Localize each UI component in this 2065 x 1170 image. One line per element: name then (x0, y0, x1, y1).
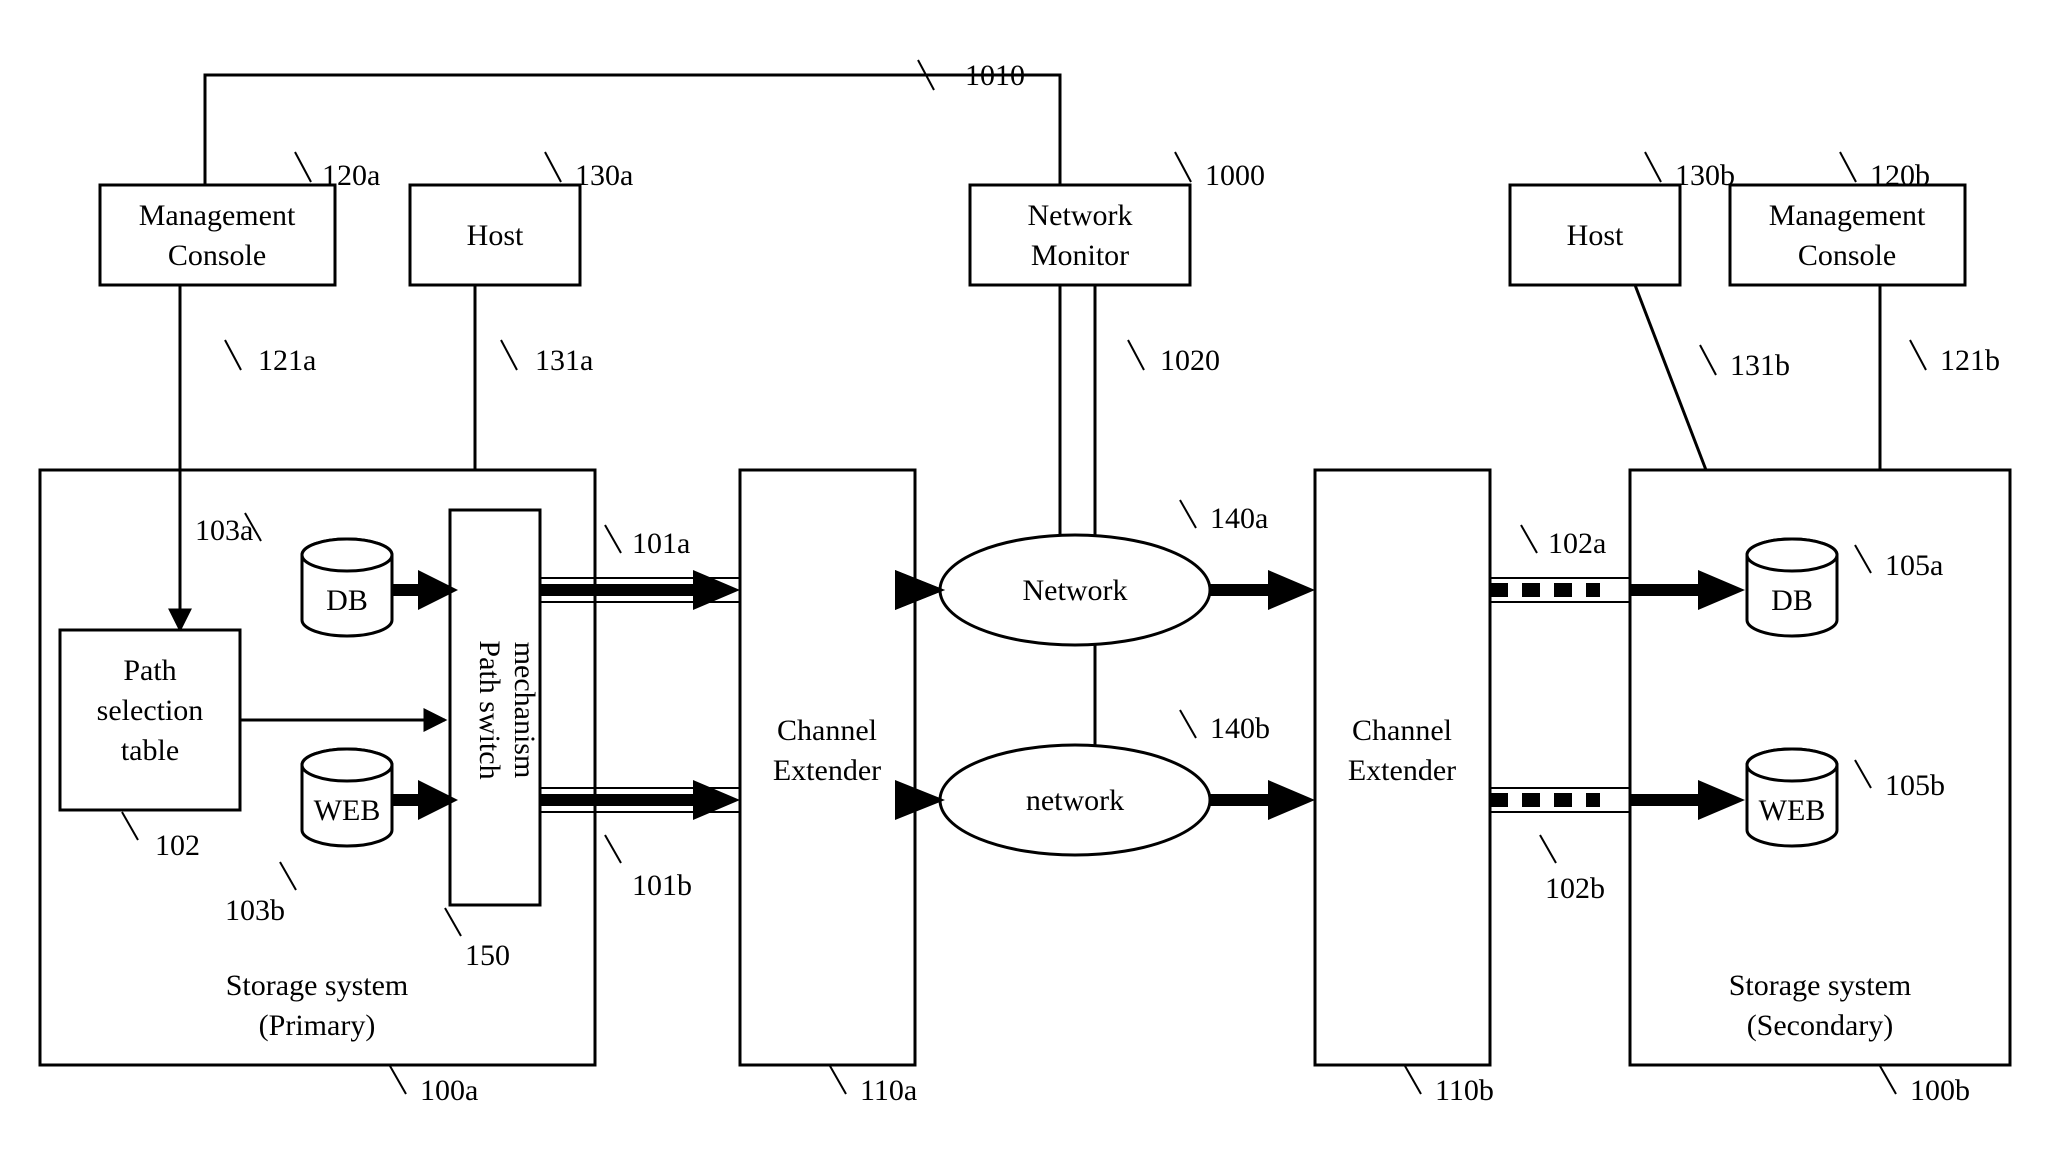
web-cylinder-a: WEB 103b (225, 749, 392, 927)
psm-label1: Path switch (473, 640, 506, 779)
mgmt-b-title2: Console (1798, 239, 1896, 272)
ref-102b: 102b (1545, 872, 1605, 905)
channel-extender-a: Channel Extender 110a (740, 470, 917, 1107)
ref-100b: 100b (1910, 1074, 1970, 1107)
link-121b: 121b (1880, 285, 2000, 470)
link-101b: 101b (540, 780, 740, 902)
pst-label3: table (121, 734, 179, 767)
ref-100a: 100a (420, 1074, 478, 1107)
monitor-title1: Network (1028, 199, 1133, 232)
ref-120a: 120a (322, 159, 380, 192)
mgmt-a-title1: Management (139, 199, 296, 232)
web-a-to-psm-arrow (392, 780, 458, 820)
storage-a-title2: (Primary) (259, 1009, 376, 1042)
ref-150: 150 (465, 939, 510, 972)
host-b: Host 130b (1510, 152, 1735, 285)
net-b-to-ext-b-arrow (1210, 780, 1315, 820)
ext-b-label2: Extender (1348, 754, 1456, 787)
link-131a: 131a (475, 285, 593, 470)
db-a-to-psm-arrow (392, 570, 458, 610)
ref-102: 102 (155, 829, 200, 862)
ref-103b: 103b (225, 894, 285, 927)
ref-140b: 140b (1210, 712, 1270, 745)
pst-label1: Path (123, 654, 176, 687)
ref-110b: 110b (1435, 1074, 1494, 1107)
ref-1000: 1000 (1205, 159, 1265, 192)
mgmt-b-title1: Management (1769, 199, 1926, 232)
web-b-label: WEB (1759, 794, 1826, 827)
web-a-label: WEB (314, 794, 381, 827)
ref-121a: 121a (258, 344, 316, 377)
ref-105b: 105b (1885, 769, 1945, 802)
ref-140a: 140a (1210, 502, 1268, 535)
into-db-b-arrow (1630, 570, 1745, 610)
db-a-label: DB (326, 584, 368, 617)
storage-a-title1: Storage system (226, 969, 408, 1002)
ref-102a: 102a (1548, 527, 1606, 560)
host-a-title: Host (467, 219, 524, 252)
psm-label2: mechanism (508, 642, 541, 779)
net-b-label: network (1026, 784, 1124, 817)
ref-131b: 131b (1730, 349, 1790, 382)
link-102a: 102a (1490, 525, 1630, 602)
ref-130a: 130a (575, 159, 633, 192)
ref-120b: 120b (1870, 159, 1930, 192)
ref-130b: 130b (1675, 159, 1735, 192)
ref-1010: 1010 (965, 59, 1025, 92)
storage-b-title1: Storage system (1729, 969, 1911, 1002)
network-b: network 140b (940, 710, 1270, 855)
ref-101b: 101b (632, 869, 692, 902)
net-a-to-ext-b-arrow (1210, 570, 1315, 610)
pst-label2: selection (97, 694, 204, 727)
link-131b: 131b (1635, 285, 1790, 470)
web-cylinder-b: WEB 105b (1747, 749, 1945, 846)
path-selection-table: Path selection table 102 (60, 630, 240, 862)
mgmt-a-title2: Console (168, 239, 266, 272)
ref-121b: 121b (1940, 344, 2000, 377)
link-102b: 102b (1490, 788, 1630, 905)
network-a: Network 140a (940, 500, 1268, 645)
ext-a-to-net-b-arrow (895, 780, 945, 820)
link-1020: 1020 (1060, 285, 1220, 760)
ref-1020: 1020 (1160, 344, 1220, 377)
ext-b-label1: Channel (1352, 714, 1452, 747)
link-121a: 121a (180, 285, 316, 630)
network-monitor: Network Monitor 1000 (970, 152, 1265, 285)
link-101a: 101a (540, 525, 740, 610)
ref-101a: 101a (632, 527, 690, 560)
net-a-label: Network (1023, 574, 1128, 607)
host-b-title: Host (1567, 219, 1624, 252)
into-web-b-arrow (1630, 780, 1745, 820)
channel-extender-b: Channel Extender 110b (1315, 470, 1494, 1107)
ext-a-label1: Channel (777, 714, 877, 747)
db-cylinder-a: DB 103a (195, 513, 392, 636)
ref-103a: 103a (195, 514, 253, 547)
diagram-canvas: 1010 Management Console 120a 121a Host 1… (0, 0, 2065, 1170)
management-console-b: Management Console 120b (1730, 152, 1965, 285)
monitor-title2: Monitor (1031, 239, 1129, 272)
path-switch-mechanism: Path switch mechanism 150 (445, 510, 541, 972)
db-cylinder-b: DB 105a (1747, 539, 1943, 636)
ref-131a: 131a (535, 344, 593, 377)
storage-b-title2: (Secondary) (1747, 1009, 1894, 1042)
host-a: Host 130a (410, 152, 633, 285)
ext-a-label2: Extender (773, 754, 881, 787)
ref-105a: 105a (1885, 549, 1943, 582)
db-b-label: DB (1771, 584, 1813, 617)
ref-110a: 110a (860, 1074, 917, 1107)
management-console-a: Management Console 120a (100, 152, 380, 285)
